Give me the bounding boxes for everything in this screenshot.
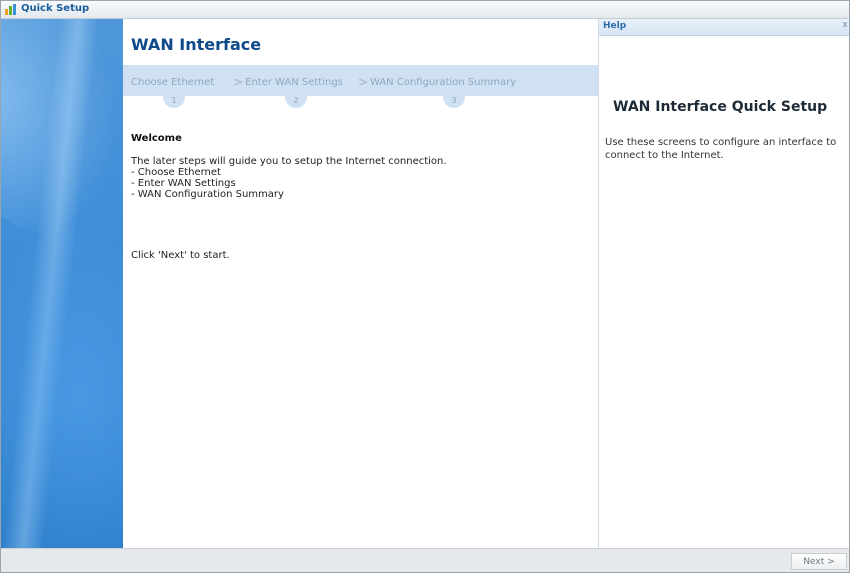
window-close-icon[interactable] [839,1,849,17]
intro-line: The later steps will guide you to setup … [131,156,447,167]
page-title: WAN Interface [131,35,262,54]
close-icon[interactable]: x [840,20,849,30]
intro-line: - Choose Ethernet [131,167,221,178]
main-content: WAN Interface Choose Ethernet > Enter WA… [123,19,598,548]
help-header: Help x [599,19,849,36]
intro-text: The later steps will guide you to setup … [131,156,591,200]
help-title: WAN Interface Quick Setup [613,99,828,115]
next-button[interactable]: Next > [791,553,847,570]
step-separator-icon: > [233,75,244,89]
help-body: Use these screens to configure an interf… [605,137,837,161]
intro-line: - WAN Configuration Summary [131,189,284,200]
quick-setup-icon [5,4,17,15]
window-title: Quick Setup [21,3,90,14]
welcome-heading: Welcome [131,133,182,144]
step-separator-icon: > [358,75,369,89]
step-1-number: 1 [163,96,185,108]
wizard-steps-bar: Choose Ethernet > Enter WAN Settings > W… [123,65,598,96]
step-3-number: 3 [443,96,465,108]
help-panel: Help x WAN Interface Quick Setup Use the… [598,19,849,548]
quick-setup-window: Quick Setup WAN Interface Choose Etherne… [0,0,850,573]
next-hint-text: Click 'Next' to start. [131,250,230,261]
step-2-label: Enter WAN Settings [245,77,343,88]
title-bar: Quick Setup [1,1,849,19]
step-1-label: Choose Ethernet [131,77,215,88]
intro-line: - Enter WAN Settings [131,178,236,189]
step-2-number: 2 [285,96,307,108]
step-3-label: WAN Configuration Summary [370,77,517,88]
bottom-bar: Next > [1,548,849,572]
help-label: Help [603,21,627,31]
left-decorative-panel [1,19,123,548]
